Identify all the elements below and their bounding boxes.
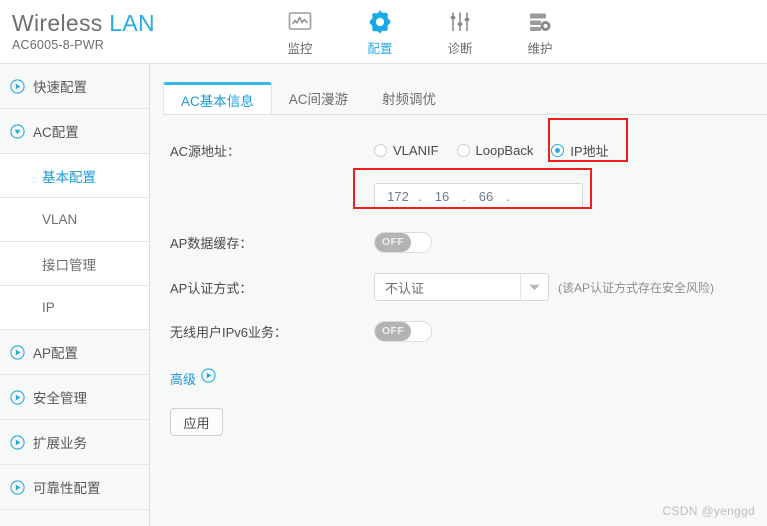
radio-dot-ip-address <box>551 143 565 157</box>
advanced-link[interactable]: 高级 <box>170 368 216 388</box>
row-ip-address-input: 172 . 16 . 66 . <box>151 181 767 211</box>
radio-label-vlanif: VLANIF <box>393 142 439 158</box>
label-source-address: AC源地址： <box>170 143 241 159</box>
sidebar: 快速配置 AC配置 基本配置 VLAN 接口管理 IP AP配置 安全管理 扩展… <box>0 64 150 526</box>
row-ap-data-cache: AP数据缓存： OFF <box>151 230 767 254</box>
ip-separator-3: . <box>506 188 510 204</box>
sidebar-label-security-mgmt: 安全管理 <box>33 391 87 406</box>
label-ap-data-cache: AP数据缓存： <box>170 235 253 251</box>
topnav-item-diagnosis[interactable]: 诊断 <box>420 4 500 57</box>
apply-button[interactable]: 应用 <box>170 408 223 436</box>
row-source-address: AC源地址： VLANIF LoopBack IP地址 <box>151 136 767 164</box>
content-panel: AC基本信息 AC间漫游 射频调优 AC源地址： VLANIF LoopBack… <box>151 64 767 526</box>
tab-ac-roaming[interactable]: AC间漫游 <box>272 82 365 114</box>
sidebar-label-vlan: VLAN <box>42 212 78 227</box>
radio-vlanif[interactable]: VLANIF <box>374 143 439 158</box>
radio-label-ip-address: IP地址 <box>570 143 609 159</box>
chevron-down-icon[interactable] <box>520 274 548 300</box>
brand-main-text: Wireless <box>12 10 103 36</box>
toggle-ap-data-cache[interactable]: OFF <box>374 231 432 253</box>
label-ipv6-service: 无线用户IPv6业务： <box>170 324 288 340</box>
toggle-knob-ap-data-cache: OFF <box>375 232 411 252</box>
sidebar-item-ip[interactable]: IP <box>0 286 149 330</box>
radio-dot-vlanif <box>374 143 387 157</box>
sidebar-item-vlan[interactable]: VLAN <box>0 198 149 242</box>
topnav-item-config[interactable]: 配置 <box>340 4 420 57</box>
watermark: CSDN @yenggd <box>662 504 755 518</box>
tab-rf-tuning[interactable]: 射频调优 <box>365 82 453 114</box>
topnav-label-monitor: 监控 <box>287 41 313 56</box>
circle-play-icon <box>10 479 25 495</box>
sidebar-label-ip: IP <box>42 300 55 315</box>
ip-octet-3[interactable]: 66 <box>471 189 501 204</box>
gear-icon <box>367 8 393 36</box>
select-value-ap-auth-mode: 不认证 <box>385 280 425 296</box>
hint-ap-auth-mode: (该AP认证方式存在安全风险) <box>558 280 715 295</box>
page-title: Wireless LAN <box>12 10 260 36</box>
circle-play-icon <box>10 434 25 450</box>
sidebar-label-extended-service: 扩展业务 <box>33 436 87 451</box>
sidebar-label-ac-config: AC配置 <box>33 125 79 140</box>
circle-play-icon <box>10 389 25 405</box>
server-gear-icon <box>528 8 552 36</box>
ip-separator-2: . <box>462 188 466 204</box>
radio-loopback[interactable]: LoopBack <box>456 142 534 158</box>
toggle-knob-ipv6-service: OFF <box>375 321 411 341</box>
circle-play-icon <box>10 78 25 94</box>
tab-ac-basic-info[interactable]: AC基本信息 <box>163 82 272 114</box>
tab-label-rf-tuning: 射频调优 <box>382 92 437 107</box>
ip-octet-2[interactable]: 16 <box>427 189 457 204</box>
tab-label-ac-roaming: AC间漫游 <box>288 92 349 107</box>
brand-accent-text: LAN <box>109 10 155 36</box>
sidebar-label-basic-config: 基本配置 <box>42 169 96 185</box>
row-advanced: 高级 <box>151 366 767 390</box>
sidebar-filler <box>0 510 149 526</box>
sidebar-item-ac-config[interactable]: AC配置 <box>0 109 149 154</box>
brand-block: Wireless LAN AC6005-8-PWR <box>0 10 260 53</box>
label-ap-auth-mode: AP认证方式： <box>170 280 253 296</box>
row-ipv6-service: 无线用户IPv6业务： OFF <box>151 319 767 343</box>
sidebar-item-basic-config[interactable]: 基本配置 <box>0 154 149 198</box>
tab-bar-divider <box>163 114 767 115</box>
ip-octet-1[interactable]: 172 <box>383 189 413 204</box>
topnav-label-config: 配置 <box>367 41 393 56</box>
toggle-ipv6-service[interactable]: OFF <box>374 320 432 342</box>
tab-label-ac-basic-info: AC基本信息 <box>181 93 254 109</box>
circle-play-icon <box>10 344 25 360</box>
radio-ip-address[interactable]: IP地址 <box>551 141 609 160</box>
radio-label-loopback: LoopBack <box>475 142 534 158</box>
sliders-icon <box>448 8 472 36</box>
topnav-item-monitor[interactable]: 监控 <box>260 4 340 57</box>
top-navigation: 监控 配置 诊断 维护 <box>260 0 580 64</box>
sidebar-item-security-mgmt[interactable]: 安全管理 <box>0 375 149 420</box>
sidebar-label-quick-config: 快速配置 <box>33 80 87 95</box>
sidebar-item-extended-service[interactable]: 扩展业务 <box>0 420 149 465</box>
sidebar-item-ap-config[interactable]: AP配置 <box>0 330 149 375</box>
ac-basic-info-form: AC源地址： VLANIF LoopBack IP地址 172 . 16 . 6… <box>151 136 767 437</box>
radio-group-source-address: VLANIF LoopBack IP地址 <box>374 141 609 160</box>
page-header: Wireless LAN AC6005-8-PWR 监控 配置 诊断 维护 <box>0 0 767 64</box>
sidebar-label-reliability-config: 可靠性配置 <box>33 481 101 496</box>
monitor-chart-icon <box>288 8 312 36</box>
device-model: AC6005-8-PWR <box>12 38 105 52</box>
sidebar-label-ap-config: AP配置 <box>33 346 79 361</box>
sidebar-label-interface-mgmt: 接口管理 <box>42 257 96 273</box>
radio-dot-loopback <box>456 143 470 157</box>
router-web-ui: Wireless LAN AC6005-8-PWR 监控 配置 诊断 维护 快速… <box>0 0 767 526</box>
row-ap-auth-mode: AP认证方式： 不认证 (该AP认证方式存在安全风险) <box>151 272 767 302</box>
circle-play-icon <box>201 368 216 388</box>
topnav-label-diagnosis: 诊断 <box>447 41 473 56</box>
topnav-item-maintenance[interactable]: 维护 <box>500 4 580 57</box>
ip-separator-1: . <box>418 188 422 204</box>
tab-bar: AC基本信息 AC间漫游 射频调优 <box>163 82 767 114</box>
sidebar-item-quick-config[interactable]: 快速配置 <box>0 64 149 109</box>
topnav-label-maintenance: 维护 <box>527 41 553 56</box>
sidebar-item-reliability-config[interactable]: 可靠性配置 <box>0 465 149 510</box>
select-ap-auth-mode[interactable]: 不认证 <box>374 273 549 301</box>
sidebar-item-interface-mgmt[interactable]: 接口管理 <box>0 242 149 286</box>
row-apply: 应用 <box>151 407 767 437</box>
ip-address-input[interactable]: 172 . 16 . 66 . <box>374 183 583 209</box>
advanced-label: 高级 <box>170 371 197 387</box>
circle-chevron-down-icon <box>10 123 25 139</box>
